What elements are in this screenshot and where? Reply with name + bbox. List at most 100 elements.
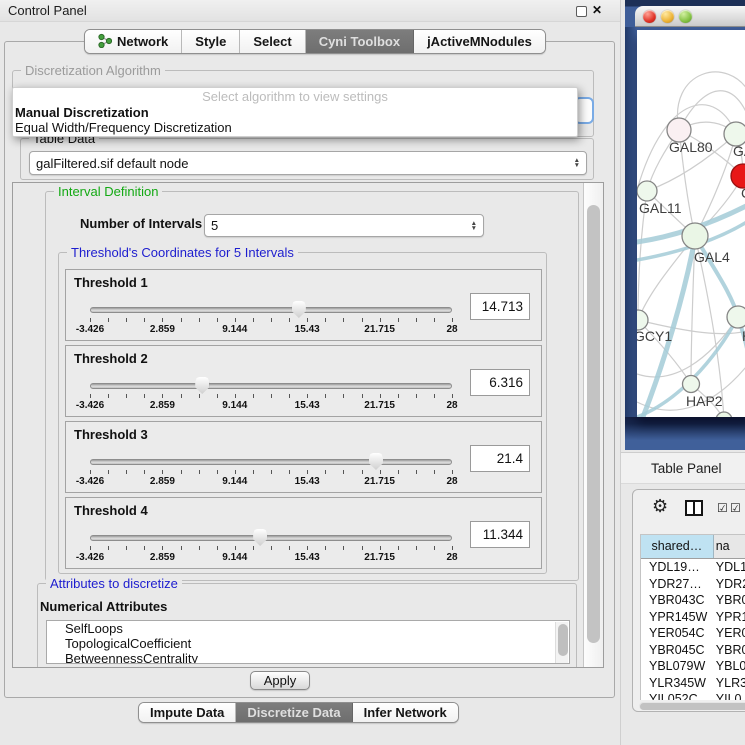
float-window-icon[interactable] (576, 6, 587, 17)
threshold-value-field[interactable]: 11.344 (470, 521, 530, 548)
attributes-scroll-thumb[interactable] (558, 624, 568, 656)
group-title: Attributes to discretize (46, 576, 182, 591)
tick-label: 9.144 (222, 400, 247, 411)
slider-track[interactable] (90, 535, 452, 541)
attributes-scrollbar[interactable] (555, 622, 568, 664)
group-title: Interval Definition (54, 184, 162, 199)
network-node-gcy1[interactable] (637, 310, 648, 330)
attribute-item-betweennesscentrality[interactable]: BetweennessCentrality (47, 651, 569, 664)
threshold-value-field[interactable]: 21.4 (470, 445, 530, 472)
slider-tick (253, 470, 254, 474)
settings-gear-icon[interactable]: ⚙ (652, 496, 668, 517)
settings-scroll-thumb[interactable] (587, 205, 600, 643)
slider-tick (325, 470, 326, 474)
tab-select[interactable]: Select (240, 30, 305, 53)
threshold-value-field[interactable]: 14.713 (470, 293, 530, 320)
table-row[interactable]: YER054CYER0 (641, 625, 745, 642)
tab-impute-data[interactable]: Impute Data (139, 703, 236, 722)
network-node[interactable] (716, 412, 732, 417)
tick-label: 28 (446, 552, 457, 563)
num-intervals-select[interactable]: 5 ▲▼ (204, 214, 484, 237)
table-row[interactable]: YDL19…YDL1 (641, 559, 745, 576)
table-row[interactable]: YPR145WYPR1 (641, 609, 745, 626)
tab-jactivemnodules[interactable]: jActiveMNodules (414, 30, 545, 53)
panel-title: Control Panel (8, 3, 87, 18)
table-cell: YDL1 (714, 559, 745, 576)
slider-tick (90, 318, 91, 322)
tick-label: 15.43 (295, 476, 320, 487)
column-header-na[interactable]: na (714, 535, 745, 558)
slider-thumb[interactable] (253, 529, 267, 546)
tab-style[interactable]: Style (182, 30, 240, 53)
algorithm-option-manual[interactable]: Manual Discretization (13, 105, 577, 120)
slider-tick (380, 318, 381, 322)
table-row[interactable]: YDR27…YDR2 (641, 576, 745, 593)
algorithm-option-equal-width[interactable]: Equal Width/Frequency Discretization (13, 120, 577, 135)
table-row[interactable]: YBR045CYBR0 (641, 642, 745, 659)
threshold-label: Threshold 1 (74, 275, 148, 290)
tab-infer-network[interactable]: Infer Network (353, 703, 458, 722)
slider-tick (108, 546, 109, 550)
slider-tick (217, 470, 218, 474)
tick-label: 21.715 (364, 400, 395, 411)
checkbox-icon[interactable]: ☑ (730, 501, 741, 515)
threshold-value-field[interactable]: 6.316 (470, 369, 530, 396)
zoom-traffic-light-icon[interactable] (679, 10, 692, 23)
network-node-h[interactable] (727, 306, 745, 328)
slider-tick (362, 470, 363, 474)
minimize-traffic-light-icon[interactable] (661, 10, 674, 23)
slider-thumb[interactable] (369, 453, 383, 470)
threshold-label: Threshold 2 (74, 351, 148, 366)
table-row[interactable]: YLR345WYLR3 (641, 675, 745, 692)
table-data-select[interactable]: galFiltered.sif default node ▲▼ (29, 151, 587, 175)
table-row[interactable]: YIL052CYIL0 (641, 691, 745, 700)
slider-track[interactable] (90, 383, 452, 389)
settings-vertical-scrollbar[interactable] (583, 183, 603, 667)
slider-tick (380, 546, 381, 550)
table-row[interactable]: YBL079WYBL0 (641, 658, 745, 675)
tick-label: 21.715 (364, 552, 395, 563)
network-node-gal11[interactable] (637, 181, 657, 201)
network-view-window: GAL80GACGAL11GAL4GCY1HHAP2 (625, 0, 745, 450)
table-hscroll-thumb[interactable] (640, 703, 745, 710)
tab-cyni-toolbox[interactable]: Cyni Toolbox (306, 30, 414, 53)
table-cell: YDR2 (714, 576, 745, 593)
network-window-titlebar[interactable] (635, 6, 745, 27)
split-columns-icon[interactable] (685, 500, 703, 516)
table-data-value: galFiltered.sif default node (36, 156, 570, 171)
network-node-gal4[interactable] (682, 223, 708, 249)
slider-tick (434, 394, 435, 398)
tab-network[interactable]: Network (85, 30, 182, 53)
tab-discretize-data[interactable]: Discretize Data (236, 703, 352, 722)
checkbox-icon[interactable]: ☑ (717, 501, 728, 515)
slider-track[interactable] (90, 459, 452, 465)
apply-button[interactable]: Apply (250, 671, 310, 690)
network-node-hap2[interactable] (683, 376, 700, 393)
top-tabbar: NetworkStyleSelectCyni ToolboxjActiveMNo… (84, 29, 546, 54)
network-graph[interactable]: GAL80GACGAL11GAL4GCY1HHAP2 (637, 30, 745, 417)
slider-track[interactable] (90, 307, 452, 313)
node-label: GCY1 (637, 328, 672, 344)
slider-tick (162, 470, 163, 474)
threshold-row-2: Threshold 2-3.4262.8599.14415.4321.71528… (65, 345, 542, 417)
table-cell: YDR27… (641, 576, 714, 593)
slider-tick (108, 394, 109, 398)
table-row[interactable]: YBR043CYBR0 (641, 592, 745, 609)
table-cell: YBR045C (641, 642, 714, 659)
attribute-item-selfloops[interactable]: SelfLoops (47, 621, 569, 636)
tick-label: 2.859 (150, 476, 175, 487)
slider-thumb[interactable] (195, 377, 209, 394)
slider-tick (452, 546, 453, 550)
network-canvas[interactable]: GAL80GACGAL11GAL4GCY1HHAP2 (637, 30, 745, 417)
attribute-item-topologicalcoefficient[interactable]: TopologicalCoefficient (47, 636, 569, 651)
slider-tick (307, 394, 308, 398)
table-data-group: Table Data galFiltered.sif default node … (20, 138, 594, 180)
slider-thumb[interactable] (292, 301, 306, 318)
column-header-shared-[interactable]: shared… (641, 535, 714, 558)
slider-tick (452, 394, 453, 398)
slider-tick (253, 318, 254, 322)
close-traffic-light-icon[interactable] (643, 10, 656, 23)
slider-tick (199, 470, 200, 474)
table-horizontal-scrollbar[interactable] (639, 702, 745, 710)
close-icon[interactable]: ✕ (592, 3, 602, 17)
